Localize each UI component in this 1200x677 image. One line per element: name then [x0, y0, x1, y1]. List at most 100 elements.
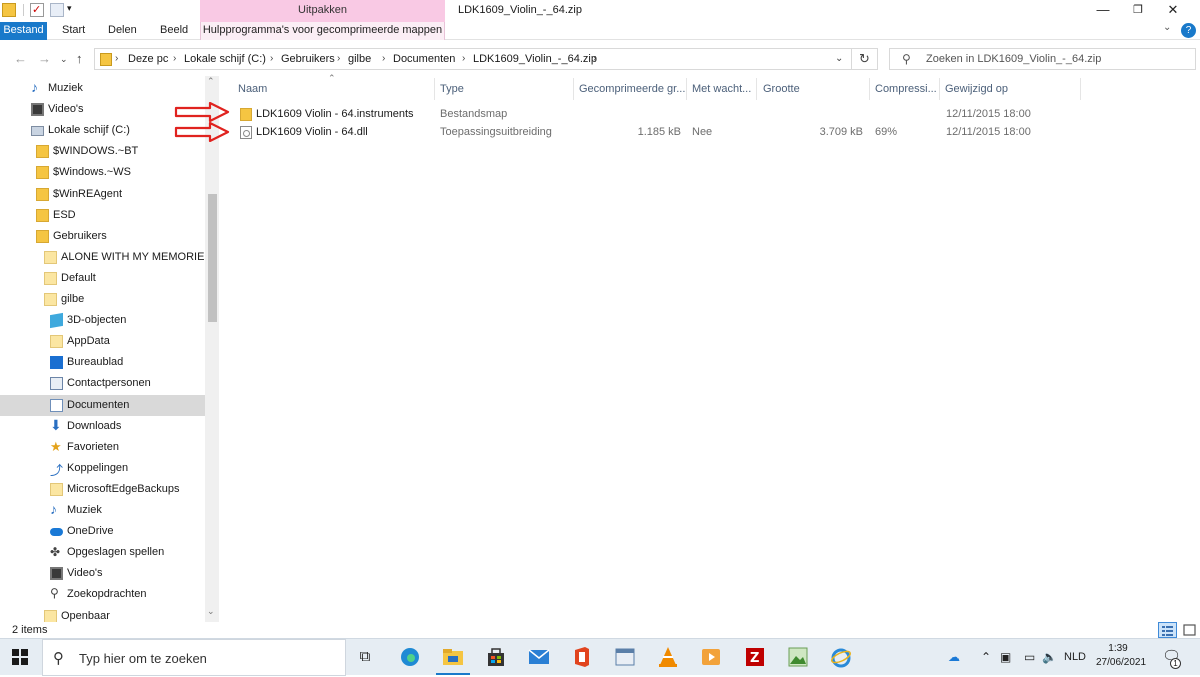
breadcrumb-gebruikers[interactable]: Gebruikers [281, 53, 335, 65]
chevron-right-icon[interactable]: › [115, 53, 118, 64]
sidebar-item-gilbe[interactable]: gilbe [0, 289, 205, 310]
chevron-right-icon[interactable]: › [173, 53, 176, 64]
sidebar-item-koppelingen[interactable]: ⤴ Koppelingen [0, 458, 205, 479]
sidebar-item-alone-with-my-memories[interactable]: ALONE WITH MY MEMORIES [0, 247, 205, 268]
sidebar-item-windows-bt[interactable]: $WINDOWS.~BT [0, 141, 205, 162]
sidebar-item-opgeslagen-spellen[interactable]: ✤ Opgeslagen spellen [0, 542, 205, 563]
sidebar-item-onedrive[interactable]: OneDrive [0, 521, 205, 542]
sidebar-item-zoekopdrachten[interactable]: ⚲ Zoekopdrachten [0, 584, 205, 605]
file-row[interactable]: LDK1609 Violin - 64.dll Toepassingsuitbr… [230, 124, 1200, 142]
sidebar-item-contactpersonen[interactable]: Contactpersonen [0, 373, 205, 394]
clock[interactable]: 1:39 27/06/2021 [1096, 642, 1146, 670]
breadcrumb-local-disk[interactable]: Lokale schijf (C:) [184, 53, 266, 65]
column-type[interactable]: Type [440, 83, 570, 95]
details-view-icon[interactable] [1158, 622, 1177, 638]
file-explorer-icon[interactable] [436, 644, 470, 675]
new-folder-icon[interactable] [50, 3, 64, 17]
media-player-icon[interactable] [698, 644, 724, 670]
app-window-icon[interactable] [612, 644, 638, 670]
volume-icon[interactable]: 🔈 [1042, 650, 1057, 664]
internet-explorer-icon[interactable] [828, 644, 854, 670]
refresh-button[interactable]: ↻ [852, 48, 878, 70]
tab-beeld[interactable]: Beeld [160, 22, 188, 40]
image-viewer-icon[interactable] [785, 644, 811, 670]
chevron-right-icon[interactable]: › [462, 53, 465, 64]
column-ratio[interactable]: Compressi... [875, 83, 937, 95]
sidebar-item-openbaar[interactable]: Openbaar [0, 606, 205, 622]
sidebar-item-3d-objecten[interactable]: 3D-objecten [0, 310, 205, 331]
sidebar-item-default[interactable]: Default [0, 268, 205, 289]
column-name[interactable]: Naam [238, 83, 428, 95]
office-icon[interactable] [569, 644, 595, 670]
address-bar[interactable]: › Deze pc › Lokale schijf (C:) › Gebruik… [94, 48, 852, 70]
sidebar-item-winreagent[interactable]: $WinREAgent [0, 184, 205, 205]
back-arrow-icon[interactable]: ← [14, 51, 27, 66]
chevron-right-icon[interactable]: › [337, 53, 340, 64]
filezilla-icon[interactable]: Z [742, 644, 768, 670]
close-button[interactable]: ✕ [1150, 0, 1196, 22]
quick-access-folder-icon[interactable] [2, 3, 16, 17]
breadcrumb-zip[interactable]: LDK1609_Violin_-_64.zip [473, 53, 597, 65]
sidebar-item-favorieten[interactable]: ★ Favorieten [0, 437, 205, 458]
up-arrow-icon[interactable]: ↑ [76, 51, 83, 66]
sidebar-item-gebruikers[interactable]: Gebruikers [0, 226, 205, 247]
scrollbar-thumb[interactable] [208, 194, 217, 322]
column-divider[interactable] [756, 78, 757, 100]
address-dropdown-icon[interactable]: ⌄ [835, 53, 843, 64]
mail-icon[interactable] [526, 644, 552, 670]
taskbar-search-input[interactable]: ⚲ Typ hier om te zoeken [42, 639, 346, 676]
sidebar-item-documenten[interactable]: Documenten [0, 394, 205, 416]
column-divider[interactable] [573, 78, 574, 100]
scroll-down-icon[interactable]: ⌄ [207, 606, 215, 617]
tab-bestand[interactable]: Bestand [0, 22, 47, 40]
store-icon[interactable] [483, 644, 509, 670]
column-divider[interactable] [939, 78, 940, 100]
search-input[interactable]: ⚲ Zoeken in LDK1609_Violin_-_64.zip [889, 48, 1196, 70]
sidebar-item-bureaublad[interactable]: Bureaublad [0, 352, 205, 373]
column-divider[interactable] [869, 78, 870, 100]
scroll-up-icon[interactable]: ⌃ [207, 76, 215, 87]
nav-scrollbar[interactable]: ⌃ ⌄ [205, 76, 219, 622]
sidebar-item-muziek[interactable]: ♪ Muziek [0, 78, 205, 99]
sidebar-item-downloads[interactable]: ⬇ Downloads [0, 416, 205, 437]
sidebar-item-windows-ws[interactable]: $Windows.~WS [0, 162, 205, 183]
column-size[interactable]: Grootte [763, 83, 863, 95]
breadcrumb-deze-pc[interactable]: Deze pc [128, 53, 168, 65]
meet-now-icon[interactable]: ▣ [1000, 650, 1011, 664]
column-password[interactable]: Met wacht... [692, 83, 754, 95]
help-icon[interactable]: ? [1181, 23, 1196, 38]
show-hidden-icons-icon[interactable]: ⌃ [981, 650, 991, 664]
sidebar-item-appdata[interactable]: AppData [0, 331, 205, 352]
windows-start-icon[interactable] [0, 639, 42, 676]
column-modified[interactable]: Gewijzigd op [945, 83, 1075, 95]
forward-arrow-icon[interactable]: → [38, 51, 51, 66]
sidebar-item-esd[interactable]: ESD [0, 205, 205, 226]
recent-locations-icon[interactable]: ⌄ [60, 54, 68, 65]
breadcrumb-gilbe[interactable]: gilbe [348, 53, 371, 65]
sidebar-item-muziek[interactable]: ♪ Muziek [0, 500, 205, 521]
tab-compressed-folder-tools[interactable]: Hulpprogramma's voor gecomprimeerde mapp… [200, 22, 445, 40]
file-row[interactable]: LDK1609 Violin - 64.instruments Bestands… [230, 106, 1200, 124]
sidebar-item-video-s[interactable]: Video's [0, 563, 205, 584]
edge-icon[interactable] [397, 644, 423, 670]
chevron-right-icon[interactable]: › [270, 53, 273, 64]
column-divider[interactable] [1080, 78, 1081, 100]
column-divider[interactable] [434, 78, 435, 100]
column-compressed-size[interactable]: Gecomprimeerde gr... [579, 83, 685, 95]
ribbon-expand-icon[interactable]: ⌄ [1163, 22, 1171, 33]
large-icons-view-icon[interactable] [1180, 622, 1199, 638]
input-language[interactable]: NLD [1064, 651, 1086, 663]
vlc-icon[interactable] [655, 644, 681, 670]
column-divider[interactable] [686, 78, 687, 100]
tab-delen[interactable]: Delen [108, 22, 137, 40]
task-view-icon[interactable]: ⧉ [352, 644, 378, 670]
sidebar-item-microsoftedgebackups[interactable]: MicrosoftEdgeBackups [0, 479, 205, 500]
breadcrumb-documenten[interactable]: Documenten [393, 53, 455, 65]
chevron-right-icon[interactable]: › [593, 53, 596, 64]
network-drive-icon[interactable]: ☁ [948, 650, 960, 664]
tab-start[interactable]: Start [62, 22, 85, 40]
chevron-right-icon[interactable]: › [382, 53, 385, 64]
properties-icon[interactable] [30, 3, 44, 17]
network-icon[interactable]: ▭ [1024, 650, 1035, 664]
quick-access-dropdown-icon[interactable]: ▾ [67, 3, 72, 14]
